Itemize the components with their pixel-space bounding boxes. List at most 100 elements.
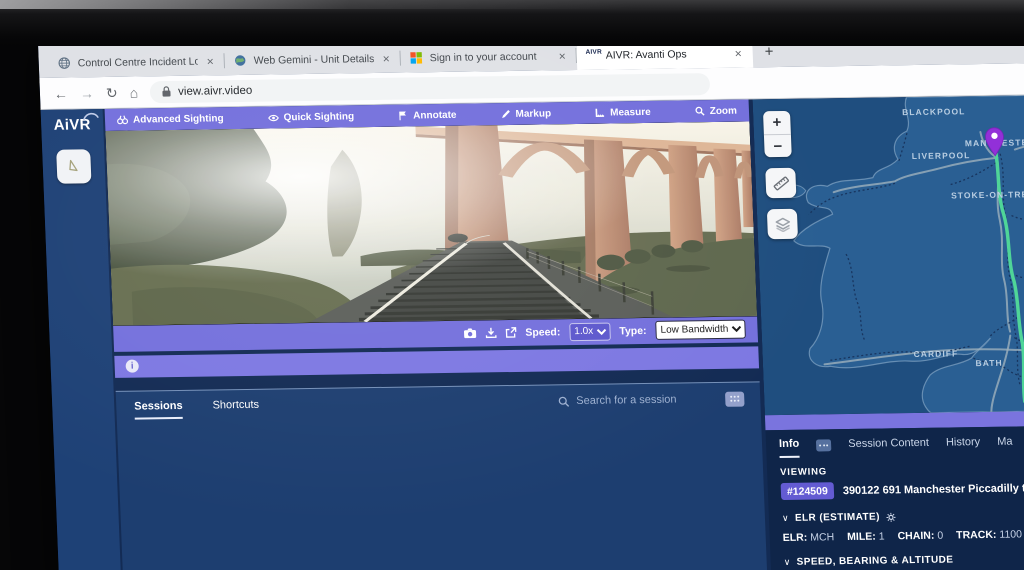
panel-tabs: Info Session Content History Ma (779, 431, 1024, 458)
type-label: Type: (619, 325, 647, 337)
search-input[interactable] (576, 393, 704, 407)
microsoft-icon (409, 51, 423, 64)
tab-info[interactable]: Info (779, 438, 800, 458)
monitor-edge-highlight (0, 0, 635, 9)
map-zoom-out-button[interactable]: − (764, 134, 792, 157)
track-field: TRACK:1100 (956, 528, 1022, 541)
measure-button[interactable]: Measure (595, 106, 651, 118)
home-icon[interactable]: ⌂ (129, 85, 138, 99)
quick-sighting-button[interactable]: Quick Sighting (267, 111, 354, 123)
button-label: Quick Sighting (283, 111, 354, 123)
video-column: Advanced Sighting Quick Sighting Annotat… (105, 99, 768, 570)
chevron-down-icon: ∨ (783, 557, 790, 568)
ruler-angle-icon (595, 108, 605, 118)
map-zoom-in-button[interactable]: + (763, 111, 791, 134)
speed-select[interactable]: 1.0x (569, 322, 611, 341)
grid-dots-icon (729, 395, 740, 403)
session-search (558, 391, 745, 409)
elr-section-header[interactable]: ∨ ELR (ESTIMATE) (782, 509, 1024, 524)
tab-title: AIVR: Avanti Ops (605, 47, 725, 61)
map-label-blackpool: BLACKPOOL (902, 106, 966, 117)
annotate-button[interactable]: Annotate (398, 109, 457, 121)
tab-close-icon[interactable]: × (204, 54, 216, 68)
session-id-badge[interactable]: #124509 (781, 482, 835, 500)
video-frame[interactable] (105, 121, 757, 325)
map-cursor-button[interactable] (56, 149, 91, 183)
cab-view-scene (105, 121, 757, 325)
button-label: Zoom (709, 105, 737, 116)
zoom-button[interactable]: Zoom (695, 105, 738, 117)
map-label-stoke: STOKE-ON-TRENT (951, 189, 1024, 200)
reload-icon[interactable]: ↻ (106, 85, 118, 99)
sessions-panel: Sessions Shortcuts (116, 381, 768, 570)
tab-title: Sign in to your account (429, 50, 549, 64)
map-measure-button[interactable] (765, 168, 796, 198)
map-layers-button[interactable] (767, 209, 798, 239)
tab-title: Web Gemini - Unit Details (254, 53, 374, 67)
chevron-down-icon: ∨ (782, 513, 789, 524)
mile-field: MILE:1 (847, 530, 885, 543)
tab-history[interactable]: History (946, 436, 981, 454)
tab-title: Control Centre Incident Log (78, 55, 198, 69)
gear-icon[interactable] (886, 512, 896, 522)
elr-field: ELR:MCH (783, 531, 835, 544)
browser-window: Control Centre Incident Log × Web Gemini… (38, 29, 1024, 570)
markup-button[interactable]: Markup (500, 108, 551, 120)
snapshot-camera-icon[interactable] (463, 328, 476, 339)
type-select[interactable]: Low Bandwidth (655, 320, 746, 340)
info-icon[interactable]: i (125, 360, 139, 373)
layers-icon (774, 216, 792, 231)
button-label: Advanced Sighting (133, 113, 224, 125)
magnifier-icon (695, 106, 705, 116)
globe-icon (58, 57, 72, 70)
map-label-bath: BATH (975, 358, 1003, 368)
aivr-logo: AiVR (53, 116, 91, 134)
photographed-monitor: Control Centre Incident Log × Web Gemini… (0, 0, 1024, 570)
search-icon (558, 396, 569, 407)
cursor-triangle-icon (66, 158, 83, 174)
url-field[interactable]: view.aivr.video (150, 73, 711, 103)
map-label-liverpool: LIVERPOOL (912, 150, 971, 161)
viewing-row: #124509 390122 691 Manchester Piccadilly… (781, 479, 1024, 500)
button-label: Annotate (413, 109, 457, 121)
map-controls: + − (763, 111, 798, 239)
viewing-label: VIEWING (780, 463, 1024, 478)
pencil-icon (500, 109, 510, 119)
right-column: BLACKPOOL LIVERPOOL MANCHESTER STOKE-ON-… (753, 95, 1024, 570)
route-map[interactable]: BLACKPOOL LIVERPOOL MANCHESTER STOKE-ON-… (753, 95, 1024, 415)
tab-close-icon[interactable]: × (556, 49, 568, 63)
tab-map-truncated[interactable]: Ma (997, 436, 1013, 454)
speed-header-label: SPEED, BEARING & ALTITUDE (796, 554, 953, 567)
aivr-app: AiVR Advanced Sighting Quick Sighting (41, 95, 1024, 570)
aivr-chip-icon[interactable] (816, 439, 831, 451)
tab-session-content[interactable]: Session Content (848, 437, 929, 456)
forward-icon[interactable]: → (80, 86, 95, 100)
binoculars-icon (117, 115, 128, 125)
tab-close-icon[interactable]: × (732, 46, 744, 60)
flag-icon (398, 111, 408, 121)
logo-swoosh (82, 111, 98, 121)
speed-section-header[interactable]: ∨ SPEED, BEARING & ALTITUDE (783, 553, 1024, 568)
map-label-cardiff: CARDIFF (913, 348, 958, 359)
tab-close-icon[interactable]: × (380, 51, 392, 65)
map-zoom-control: + − (763, 111, 792, 157)
tab-web-gemini[interactable]: Web Gemini - Unit Details × (224, 44, 401, 76)
back-icon[interactable]: ← (54, 86, 69, 100)
tab-incident-log[interactable]: Control Centre Incident Log × (48, 46, 225, 78)
download-icon[interactable] (485, 327, 496, 338)
tab-shortcuts[interactable]: Shortcuts (212, 398, 259, 416)
elr-fields-row: ELR:MCH MILE:1 CHAIN:0 TRACK:1100 (783, 528, 1024, 544)
url-text: view.aivr.video (178, 84, 253, 97)
session-grid-button[interactable] (725, 391, 745, 406)
button-label: Markup (515, 108, 551, 120)
elr-header-label: ELR (ESTIMATE) (795, 512, 880, 524)
new-tab-button[interactable]: + (764, 44, 773, 59)
chain-field: CHAIN:0 (897, 530, 943, 543)
aivr-favicon: AIVR (585, 49, 599, 62)
ruler-icon (772, 174, 790, 191)
tab-sessions[interactable]: Sessions (134, 399, 183, 419)
globe-icon (233, 54, 247, 67)
share-icon[interactable] (505, 327, 516, 338)
advanced-sighting-button[interactable]: Advanced Sighting (117, 113, 224, 126)
button-label: Measure (610, 106, 651, 118)
